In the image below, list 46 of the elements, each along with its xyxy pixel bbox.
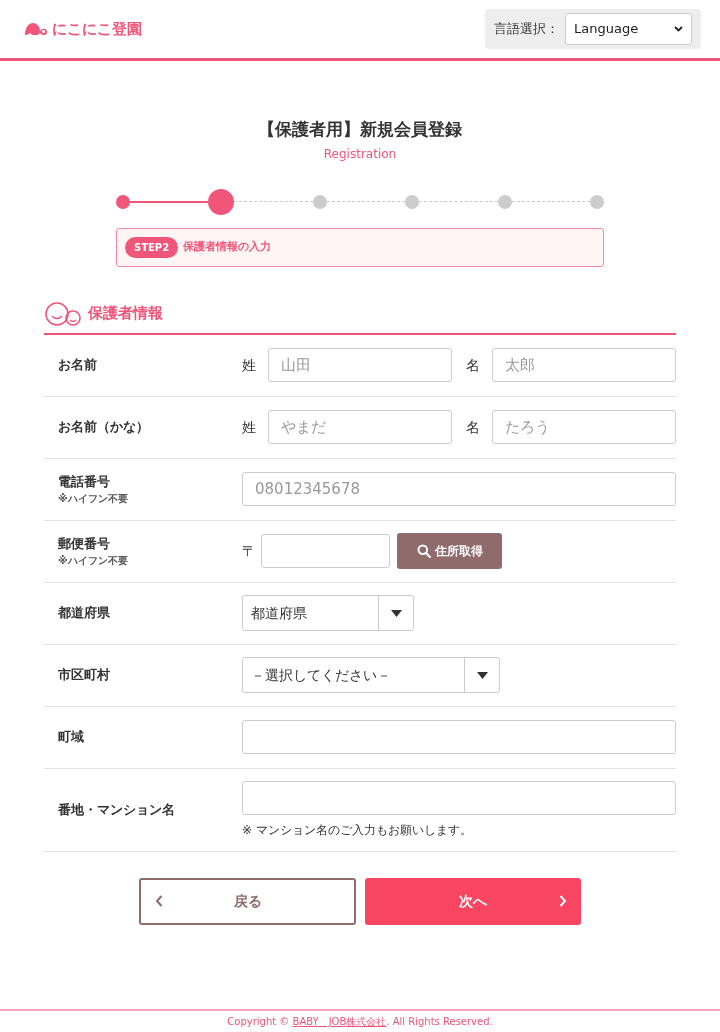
select-field[interactable]: －選択してください－ bbox=[242, 657, 500, 693]
input-field[interactable] bbox=[242, 720, 676, 754]
step-badge: STEP2 bbox=[125, 236, 179, 258]
caret-icon bbox=[390, 609, 402, 617]
hint-text: ※ マンション名のご入力もお願いします。 bbox=[242, 821, 473, 839]
input-field[interactable] bbox=[242, 780, 676, 815]
chevron-down-icon bbox=[674, 26, 683, 32]
field-prefix: 姓 bbox=[242, 417, 257, 437]
field-label: 町域 bbox=[58, 728, 85, 747]
field-prefix: 名 bbox=[466, 355, 481, 375]
field-label: 市区町村 bbox=[58, 666, 111, 685]
field-label: 郵便番号 bbox=[58, 534, 111, 553]
chevron-right-icon bbox=[559, 895, 567, 907]
logo-icon bbox=[24, 22, 48, 36]
next-button[interactable]: 次へ bbox=[365, 877, 581, 925]
search-icon bbox=[416, 544, 431, 558]
back-button[interactable]: 戻る bbox=[139, 877, 356, 925]
field-label: 番地・マンション名 bbox=[58, 800, 176, 819]
field-label: お名前（かな） bbox=[58, 418, 150, 437]
caret-icon bbox=[476, 671, 488, 679]
select-field[interactable]: 都道府県 bbox=[242, 595, 414, 631]
chevron-left-icon bbox=[155, 895, 163, 907]
step-text: 保護者情報の入力 bbox=[183, 238, 272, 255]
field-label: お名前 bbox=[58, 356, 98, 375]
field-prefix: 姓 bbox=[242, 355, 257, 375]
language-label: 言語選択： bbox=[494, 20, 559, 39]
input-field[interactable]: 08012345678 bbox=[242, 472, 676, 506]
logo-text: にこにこ登園 bbox=[52, 18, 142, 40]
input-field[interactable]: 太郎 bbox=[492, 348, 676, 382]
input-field[interactable] bbox=[261, 534, 390, 568]
postal-mark: 〒 bbox=[242, 541, 257, 561]
input-field[interactable]: 山田 bbox=[268, 348, 452, 382]
language-select[interactable]: Language bbox=[565, 13, 692, 45]
copyright-text: Copyright © BABY JOB株式会社. All Rights Reserved. bbox=[227, 1015, 493, 1029]
field-note: ※ハイフン不要 bbox=[58, 492, 129, 507]
address-lookup-button[interactable]: 住所取得 bbox=[397, 533, 502, 569]
page-title: 【保護者用】新規会員登録 bbox=[257, 118, 463, 141]
section-title: 保護者情報 bbox=[88, 303, 163, 325]
page-subtitle: Registration bbox=[322, 145, 398, 163]
input-field[interactable]: たろう bbox=[492, 410, 676, 444]
field-note: ※ハイフン不要 bbox=[58, 554, 129, 569]
field-label: 電話番号 bbox=[58, 472, 111, 491]
field-prefix: 名 bbox=[466, 417, 481, 437]
parent-child-icon bbox=[44, 300, 82, 327]
field-label: 都道府県 bbox=[58, 604, 111, 623]
input-field[interactable]: やまだ bbox=[268, 410, 452, 444]
